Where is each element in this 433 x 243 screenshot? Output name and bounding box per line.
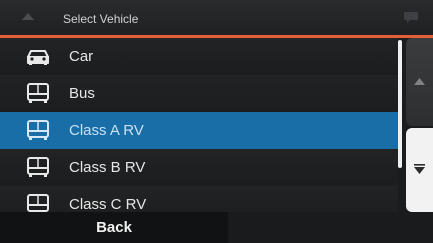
vehicle-item-label: Class C RV (69, 196, 147, 213)
scroll-down-arrow-icon (414, 164, 425, 174)
vehicle-item-class-a-rv[interactable]: Class A RV (0, 112, 398, 150)
header-bar: Select Vehicle (0, 0, 433, 36)
scrollbar-thumb[interactable] (398, 40, 402, 168)
back-button[interactable]: Back (0, 212, 228, 243)
scroll-down-button[interactable] (406, 128, 433, 212)
vehicle-list: Car Bus Class A RV Class B RV Class C RV (0, 38, 398, 220)
page-title: Select Vehicle (63, 12, 139, 26)
car-icon (27, 50, 49, 65)
message-icon[interactable] (403, 11, 419, 25)
footer-right-area (228, 212, 433, 243)
vehicle-item-label: Class B RV (69, 159, 146, 176)
vehicle-item-label: Car (69, 48, 94, 65)
scroll-up-arrow-icon (414, 78, 425, 85)
vehicle-item-bus[interactable]: Bus (0, 75, 398, 113)
bus-icon (27, 83, 49, 103)
vehicle-item-class-b-rv[interactable]: Class B RV (0, 149, 398, 187)
bus-icon (27, 120, 49, 140)
vehicle-item-label: Class A RV (69, 122, 144, 139)
bus-icon (27, 157, 49, 177)
back-button-label: Back (96, 219, 132, 236)
up-arrow-icon[interactable] (20, 9, 36, 25)
vehicle-item-label: Bus (69, 85, 95, 102)
scroll-up-button[interactable] (406, 38, 433, 126)
vehicle-item-car[interactable]: Car (0, 38, 398, 76)
